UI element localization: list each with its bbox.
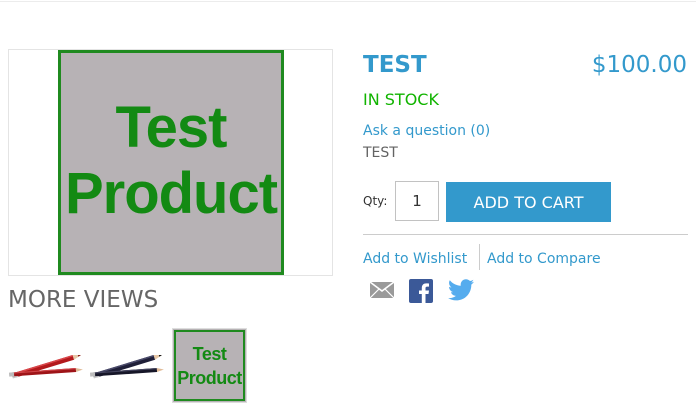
thumbnail-test-product-image: Test Product: [174, 330, 245, 401]
add-to-cart-button[interactable]: ADD TO CART: [446, 182, 611, 222]
image-text-line2: Product: [64, 160, 278, 226]
twitter-icon[interactable]: [448, 279, 474, 301]
thumb-text-line2: Product: [177, 367, 242, 388]
stock-status: IN STOCK: [363, 90, 439, 109]
top-divider: [0, 1, 696, 2]
email-icon[interactable]: [369, 279, 395, 301]
thumbnail-red-pencil[interactable]: [8, 330, 84, 404]
actions-divider: [363, 234, 688, 235]
add-to-wishlist-link[interactable]: Add to Wishlist: [363, 251, 467, 267]
red-pencil-image: [8, 354, 83, 379]
product-title: TEST: [363, 52, 427, 78]
thumbnail-test-product[interactable]: Test Product: [172, 328, 247, 403]
ask-question-link[interactable]: Ask a question (0): [363, 123, 490, 139]
more-views-heading: MORE VIEWS: [8, 287, 159, 313]
link-separator: [479, 244, 480, 270]
thumbnail-black-pencil[interactable]: [89, 330, 165, 404]
product-price: $100.00: [591, 52, 687, 78]
thumb-text-line1: Test: [192, 343, 227, 364]
main-product-image[interactable]: Test Product: [8, 49, 333, 276]
qty-input[interactable]: [395, 181, 439, 221]
add-to-compare-link[interactable]: Add to Compare: [487, 251, 601, 267]
image-text-line1: Test: [115, 94, 228, 160]
facebook-icon[interactable]: [409, 279, 435, 303]
qty-label: Qty:: [363, 194, 388, 208]
test-product-placeholder-image: Test Product: [58, 50, 284, 275]
product-short-description: TEST: [363, 145, 398, 161]
black-pencil-image: [89, 354, 164, 379]
